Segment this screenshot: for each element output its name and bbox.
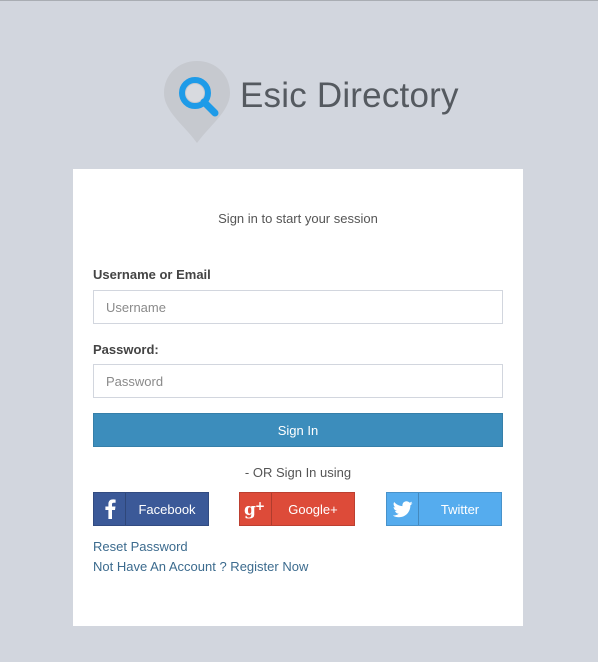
password-label: Password: bbox=[93, 342, 159, 357]
logo: Esic Directory bbox=[162, 59, 459, 145]
google-plus-login-button[interactable]: g + Google+ bbox=[239, 492, 355, 526]
register-link[interactable]: Not Have An Account ? Register Now bbox=[93, 559, 308, 574]
facebook-label: Facebook bbox=[138, 501, 196, 517]
username-label: Username or Email bbox=[93, 267, 211, 282]
twitter-login-button[interactable]: Twitter bbox=[386, 492, 502, 526]
google-plus-label: Google+ bbox=[288, 501, 338, 517]
reset-password-link[interactable]: Reset Password bbox=[93, 539, 188, 554]
facebook-login-button[interactable]: Facebook bbox=[93, 492, 209, 526]
password-input[interactable] bbox=[93, 364, 503, 398]
facebook-icon bbox=[94, 493, 126, 525]
login-box: Sign in to start your session Username o… bbox=[73, 169, 523, 626]
sign-in-button[interactable]: Sign In bbox=[93, 413, 503, 447]
svg-text:+: + bbox=[255, 499, 265, 513]
twitter-icon bbox=[387, 493, 419, 525]
twitter-label: Twitter bbox=[440, 501, 480, 517]
google-plus-icon: g + bbox=[240, 493, 272, 525]
app-title: Esic Directory bbox=[240, 76, 459, 115]
map-pin-search-icon bbox=[162, 59, 232, 145]
social-login-divider: - OR Sign In using bbox=[244, 465, 352, 480]
username-input[interactable] bbox=[93, 290, 503, 324]
login-box-message: Sign in to start your session bbox=[218, 211, 378, 226]
